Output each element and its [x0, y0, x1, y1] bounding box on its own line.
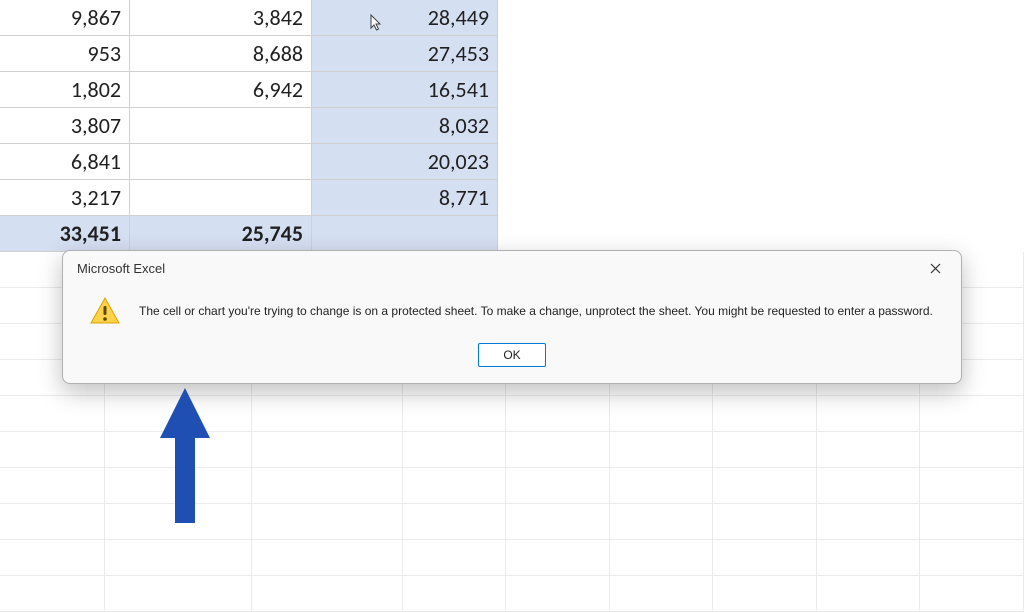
cell[interactable]: 6,942	[130, 72, 312, 108]
cell[interactable]: 25,745	[130, 216, 312, 252]
cell[interactable]: 20,023	[312, 144, 498, 180]
close-icon	[930, 263, 941, 274]
cell[interactable]	[130, 144, 312, 180]
cell[interactable]: 6,841	[0, 144, 130, 180]
cell[interactable]: 8,688	[130, 36, 312, 72]
cell[interactable]: 3,217	[0, 180, 130, 216]
table-row[interactable]: 6,841 20,023	[0, 144, 1024, 180]
cell[interactable]: 8,032	[312, 108, 498, 144]
table-row[interactable]: 9538,68827,453	[0, 36, 1024, 72]
table-row[interactable]: 1,8026,94216,541	[0, 72, 1024, 108]
cell[interactable]	[312, 216, 498, 252]
cell[interactable]: 33,451	[0, 216, 130, 252]
annotation-arrow-icon	[160, 388, 210, 523]
protected-sheet-dialog: Microsoft Excel The cell or chart you're…	[62, 250, 962, 384]
cell[interactable]: 3,842	[130, 0, 312, 36]
dialog-titlebar: Microsoft Excel	[63, 251, 961, 281]
cell[interactable]: 16,541	[312, 72, 498, 108]
table-row[interactable]: 3,807 8,032	[0, 108, 1024, 144]
dialog-message: The cell or chart you're trying to chang…	[139, 303, 933, 320]
cell[interactable]: 9,867	[0, 0, 130, 36]
cell[interactable]: 3,807	[0, 108, 130, 144]
cell[interactable]: 953	[0, 36, 130, 72]
table-row[interactable]: 3,217 8,771	[0, 180, 1024, 216]
ok-button[interactable]: OK	[478, 343, 546, 367]
cell[interactable]: 8,771	[312, 180, 498, 216]
dialog-title: Microsoft Excel	[77, 261, 165, 276]
table-row[interactable]: 9,8673,84228,449	[0, 0, 1024, 36]
close-button[interactable]	[921, 257, 949, 279]
cell[interactable]: 1,802	[0, 72, 130, 108]
cell[interactable]	[130, 108, 312, 144]
cell[interactable]: 28,449	[312, 0, 498, 36]
warning-icon	[89, 295, 121, 327]
cell[interactable]	[130, 180, 312, 216]
cell[interactable]: 27,453	[312, 36, 498, 72]
table-row[interactable]: 33,45125,745	[0, 216, 1024, 252]
